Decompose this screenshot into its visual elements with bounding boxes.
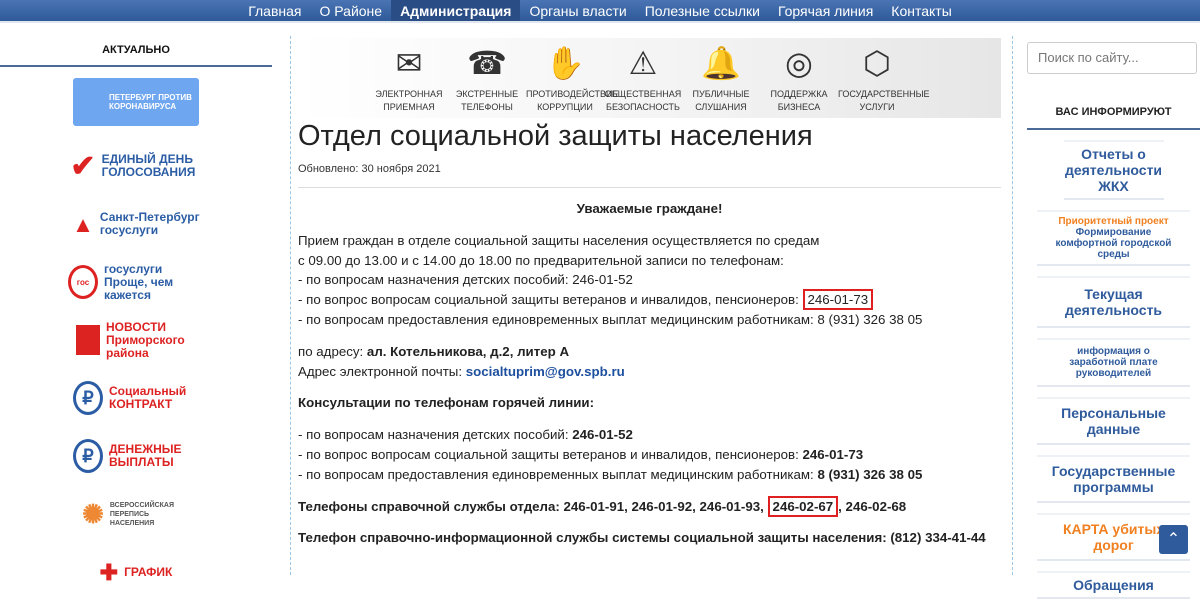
- logo-schedule[interactable]: ✚ ГРАФИК: [100, 561, 173, 583]
- banner-item[interactable]: ☎ ЭКСТРЕННЫЕ ТЕЛЕФОНЫ: [448, 38, 526, 118]
- search-input[interactable]: Поиск по сайту...: [1027, 42, 1197, 74]
- sidebar-title: АКТУАЛЬНО: [0, 36, 272, 67]
- updated-date: Обновлено: 30 ноября 2021: [298, 163, 1001, 188]
- banner-icon: ☎: [467, 44, 507, 81]
- text-line: Прием граждан в отделе социальной защиты…: [298, 232, 820, 248]
- banner-item[interactable]: ⚠ ОБЩЕСТВЕННАЯ БЕЗОПАСНОСТЬ: [604, 38, 682, 118]
- greeting: Уважаемые граждане!: [576, 201, 723, 216]
- hotline-item: - по вопрос вопросам социальной защиты в…: [298, 446, 864, 462]
- left-sidebar: АКТУАЛЬНО ПЕТЕРБУРГ ПРОТИВ КОРОНАВИРУСА …: [0, 36, 272, 601]
- logo-covid[interactable]: ПЕТЕРБУРГ ПРОТИВ КОРОНАВИРУСА: [73, 78, 199, 126]
- link-appeals[interactable]: Обращения: [1037, 571, 1190, 599]
- info-title: ВАС ИНФОРМИРУЮТ: [1027, 96, 1200, 130]
- link-comfort-city[interactable]: Приоритетный проект Формирование комфортн…: [1037, 210, 1190, 266]
- hotline-title: Консультации по телефонам горячей линии:: [298, 395, 595, 411]
- nav-authorities[interactable]: Органы власти: [520, 0, 635, 21]
- banner-icon: 🔔: [701, 44, 741, 81]
- page-title: Отдел социальной защиты населения: [298, 120, 813, 152]
- banner-item[interactable]: ✉ ЭЛЕКТРОННАЯ ПРИЕМНАЯ: [370, 38, 448, 118]
- services-banner: ✉ ЭЛЕКТРОННАЯ ПРИЕМНАЯ ☎ ЭКСТРЕННЫЕ ТЕЛЕФОНЫ ✋…: [298, 38, 1001, 118]
- banner-icon: ◎: [785, 44, 813, 81]
- nav-hotline[interactable]: Горячая линия: [769, 0, 882, 21]
- text-line: - по вопрос вопросам социальной защиты в…: [298, 289, 1001, 311]
- logo-census[interactable]: ✺ ВСЕРОССИЙСКАЯ ПЕРЕПИСЬ НАСЕЛЕНИЯ: [82, 501, 190, 528]
- banner-icon: ⬡: [863, 44, 891, 81]
- right-sidebar: Поиск по сайту... ВАС ИНФОРМИРУЮТ Отчеты…: [1027, 42, 1200, 599]
- link-personal-data[interactable]: Персональные данные: [1037, 397, 1190, 445]
- main-nav: Главная О Районе Администрация Органы вл…: [0, 0, 1200, 23]
- banner-item[interactable]: ◎ ПОДДЕРЖКА БИЗНЕСА: [760, 38, 838, 118]
- main-content: ✉ ЭЛЕКТРОННАЯ ПРИЕМНАЯ ☎ ЭКСТРЕННЫЕ ТЕЛЕФОНЫ ✋…: [298, 38, 1001, 548]
- logo-voting[interactable]: ✔ ЕДИНЫЙ ДЕНЬ ГОЛОСОВАНИЯ: [70, 151, 201, 181]
- nav-administration[interactable]: Администрация: [391, 0, 521, 21]
- scroll-to-top-button[interactable]: ⌃: [1159, 525, 1188, 554]
- nav-about[interactable]: О Районе: [311, 0, 392, 21]
- banner-icon: ✉: [395, 44, 423, 81]
- info-phone: Телефон справочно-информационной службы …: [298, 530, 986, 546]
- nav-links[interactable]: Полезные ссылки: [636, 0, 769, 21]
- logo-social-contract[interactable]: ₽ Социальный КОНТРАКТ: [73, 381, 199, 415]
- logo-spb-gosuslugi[interactable]: ▲ Санкт-Петербург госуслуги: [72, 211, 200, 237]
- text-line: - по вопросам предоставления единовремен…: [298, 311, 923, 327]
- link-zhkh-reports[interactable]: Отчеты о деятельности ЖКХ: [1063, 140, 1164, 200]
- logo-payments[interactable]: ₽ ДЕНЕЖНЫЕ ВЫПЛАТЫ: [73, 439, 199, 473]
- email-link[interactable]: socialtuprim@gov.spb.ru: [466, 364, 625, 379]
- banner-icon: ⚠: [628, 44, 658, 81]
- hotline-item: - по вопросам назначения детских пособий…: [298, 427, 633, 443]
- logo-gosuslugi[interactable]: гос госуслуги Проще, чем кажется: [68, 262, 204, 302]
- text-line: - по вопросам назначения детских пособий…: [298, 272, 633, 288]
- banner-item[interactable]: ✋ ПРОТИВОДЕЙСТВИЕ КОРРУПЦИИ: [526, 38, 619, 118]
- nav-contacts[interactable]: Контакты: [882, 0, 960, 21]
- link-state-programs[interactable]: Государственные программы: [1037, 455, 1190, 503]
- banner-item[interactable]: ⬡ ГОСУДАРСТВЕННЫЕ УСЛУГИ: [838, 38, 930, 118]
- nav-home[interactable]: Главная: [239, 0, 310, 21]
- banner-icon: ✋: [545, 44, 585, 81]
- highlighted-phone: 246-01-73: [802, 289, 874, 311]
- banner-item[interactable]: 🔔 ПУБЛИЧНЫЕ СЛУШАНИЯ: [682, 38, 760, 118]
- link-salary-info[interactable]: информация о заработной плате руководите…: [1037, 338, 1190, 387]
- hotline-item: - по вопросам предоставления единовремен…: [298, 466, 923, 482]
- text-line: с 09.00 до 13.00 и с 14.00 до 18.00 по п…: [298, 252, 784, 268]
- email-line: Адрес электронной почты: socialtuprim@go…: [298, 363, 625, 379]
- reference-phones: Телефоны справочной службы отдела: 246-0…: [298, 495, 1001, 517]
- address: по адресу: ал. Котельникова, д.2, литер …: [298, 343, 570, 359]
- link-current-activity[interactable]: Текущая деятельность: [1037, 276, 1190, 328]
- logo-news[interactable]: НОВОСТИ Приморского района: [76, 320, 196, 360]
